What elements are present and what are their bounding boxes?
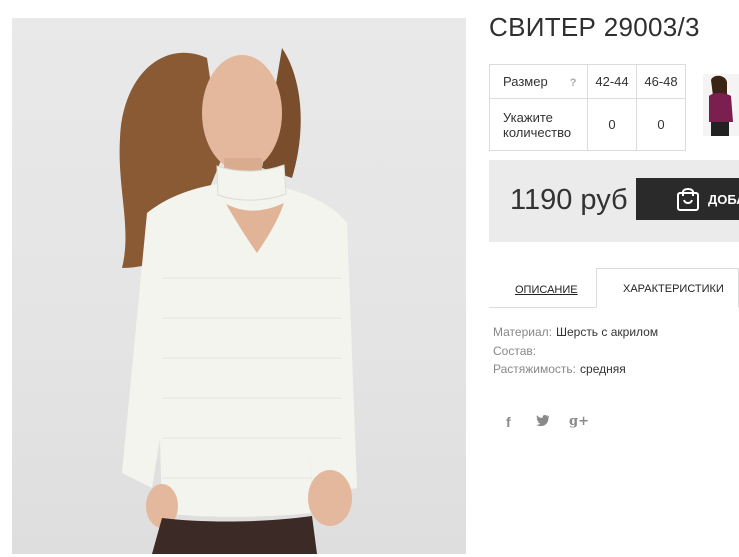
tab-characteristics-label: ХАРАКТЕРИСТИКИ [623, 283, 724, 295]
product-photo[interactable] [12, 18, 466, 554]
facebook-icon[interactable]: f [506, 414, 511, 430]
quantity-label-line2: количество [503, 124, 572, 140]
quantity-label-line1: Укажите [503, 109, 553, 125]
tab-characteristics[interactable]: ХАРАКТЕРИСТИКИ [596, 268, 739, 308]
spec-value: Шерсть с акрилом [555, 325, 659, 339]
product-thumbnail[interactable] [703, 74, 739, 136]
add-to-cart-button[interactable]: ДОБА [636, 178, 739, 220]
product-title: СВИТЕР 29003/3 [489, 12, 700, 42]
googleplus-icon[interactable]: g+ [569, 414, 589, 429]
size-help-icon[interactable]: ? [570, 77, 577, 89]
product-photo-illustration [119, 48, 357, 554]
tab-description[interactable]: ОПИСАНИЕ [515, 284, 578, 296]
shopping-bag-icon [676, 186, 700, 215]
spec-value: средняя [580, 362, 626, 376]
add-to-cart-label: ДОБА [708, 192, 739, 207]
twitter-icon[interactable]: t [536, 414, 550, 429]
spec-row-composition: Состав: [493, 344, 540, 358]
size-option-42-44: 42-44 [587, 64, 637, 99]
quantity-input-46-48[interactable]: 0 [636, 98, 686, 151]
spec-row-material: Материал: Шерсть с акрилом [493, 325, 658, 339]
price-box: 1190 руб ДОБА [489, 160, 739, 242]
size-label: Размер [503, 74, 548, 89]
thumbnail-image [703, 74, 739, 136]
quantity-input-42-44[interactable]: 0 [587, 98, 637, 151]
product-price: 1190 руб [510, 184, 628, 216]
spec-key: Материал: [493, 325, 552, 339]
spec-row-stretch: Растяжимость: средняя [493, 362, 626, 376]
size-quantity-table: Размер? 42-44 46-48 Укажите количество 0… [489, 64, 686, 151]
spec-key: Состав: [493, 344, 537, 358]
spec-key: Растяжимость: [493, 362, 577, 376]
quantity-label-cell: Укажите количество [489, 98, 588, 151]
size-option-46-48: 46-48 [636, 64, 686, 99]
size-label-cell: Размер? [489, 64, 588, 99]
